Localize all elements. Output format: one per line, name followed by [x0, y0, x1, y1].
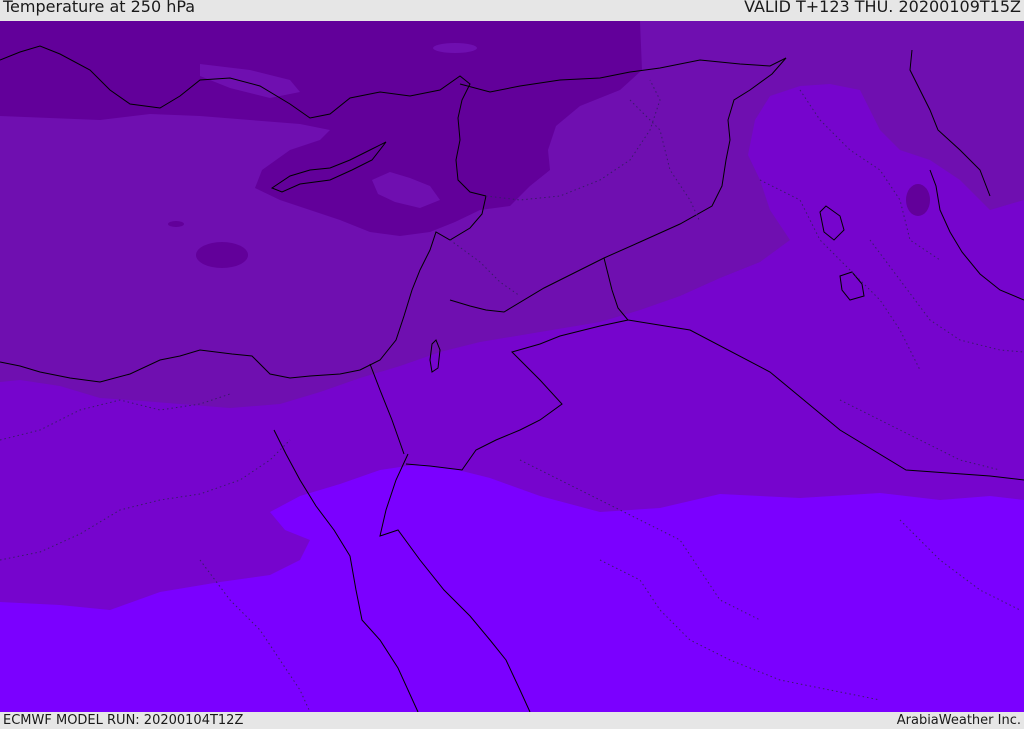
cold-blob-small: [168, 221, 184, 227]
map-viewer: Temperature at 250 hPa VALID T+123 THU. …: [0, 0, 1024, 729]
temperature-map[interactable]: [0, 21, 1024, 712]
model-run-label: ECMWF MODEL RUN: 20200104T12Z: [3, 713, 244, 728]
footer-bar: ECMWF MODEL RUN: 20200104T12Z ArabiaWeat…: [0, 712, 1024, 729]
valid-time-label: VALID T+123 THU. 20200109T15Z: [744, 0, 1021, 16]
cold-patch-iraq: [906, 184, 930, 216]
credit-label: ArabiaWeather Inc.: [896, 713, 1021, 728]
cold-blob-sea: [196, 242, 248, 268]
map-title: Temperature at 250 hPa: [3, 0, 196, 16]
cold-patch-north: [433, 43, 477, 53]
header-bar: Temperature at 250 hPa VALID T+123 THU. …: [0, 0, 1024, 21]
